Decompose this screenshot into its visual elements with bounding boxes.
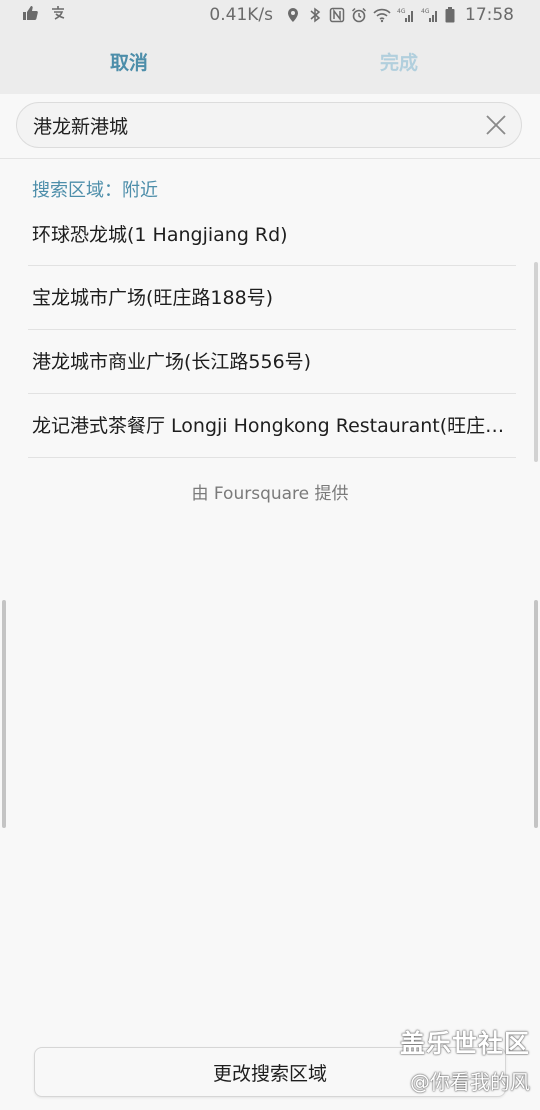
thumbs-up-icon	[23, 6, 38, 20]
bluetooth-icon	[310, 7, 321, 23]
battery-icon	[445, 7, 455, 23]
cancel-button[interactable]: 取消	[110, 32, 148, 94]
status-right-icons: 0.41K/s 4G 4G 17:58	[209, 5, 514, 25]
search-box[interactable]	[16, 102, 522, 148]
result-list: 环球恐龙城(1 Hangjiang Rd) 宝龙城市广场(旺庄路188号) 港龙…	[0, 204, 540, 458]
list-item[interactable]: 港龙城市商业广场(长江路556号)	[0, 330, 540, 394]
search-area-label: 搜索区域：附近	[32, 180, 158, 201]
edge-panel-handle-right[interactable]	[534, 600, 538, 828]
list-item[interactable]: 环球恐龙城(1 Hangjiang Rd)	[0, 204, 540, 266]
status-left-icons	[22, 5, 66, 21]
status-bar: 0.41K/s 4G 4G 17:58	[0, 0, 540, 32]
header-divider	[0, 158, 540, 159]
search-input[interactable]	[33, 103, 473, 147]
watermark: 盖乐世社区 @你看我的风	[400, 1024, 530, 1095]
watermark-subtitle: @你看我的风	[410, 1070, 530, 1094]
svg-text:4G: 4G	[397, 8, 406, 15]
scrollbar-indicator	[534, 262, 538, 462]
alarm-icon	[351, 7, 367, 23]
location-icon	[288, 8, 298, 22]
signal-4g-icon: 4G	[421, 8, 437, 22]
edge-panel-handle-left[interactable]	[2, 600, 6, 828]
action-bar: 取消 完成	[0, 32, 540, 94]
signal-4g-icon: 4G	[397, 8, 413, 22]
svg-text:4G: 4G	[421, 8, 430, 15]
list-item[interactable]: 宝龙城市广场(旺庄路188号)	[0, 266, 540, 330]
nfc-icon	[329, 7, 345, 23]
list-item[interactable]: 龙记港式茶餐厅 Longji Hongkong Restaurant(旺庄路..…	[0, 394, 540, 458]
alipay-icon	[52, 6, 65, 20]
wifi-icon	[373, 8, 391, 23]
clock: 17:58	[465, 5, 514, 25]
network-speed: 0.41K/s	[209, 5, 273, 25]
done-button[interactable]: 完成	[380, 32, 418, 94]
watermark-title: 盖乐世社区	[399, 1029, 530, 1058]
close-icon[interactable]	[485, 114, 507, 136]
provider-attribution: 由 Foursquare 提供	[191, 484, 349, 504]
